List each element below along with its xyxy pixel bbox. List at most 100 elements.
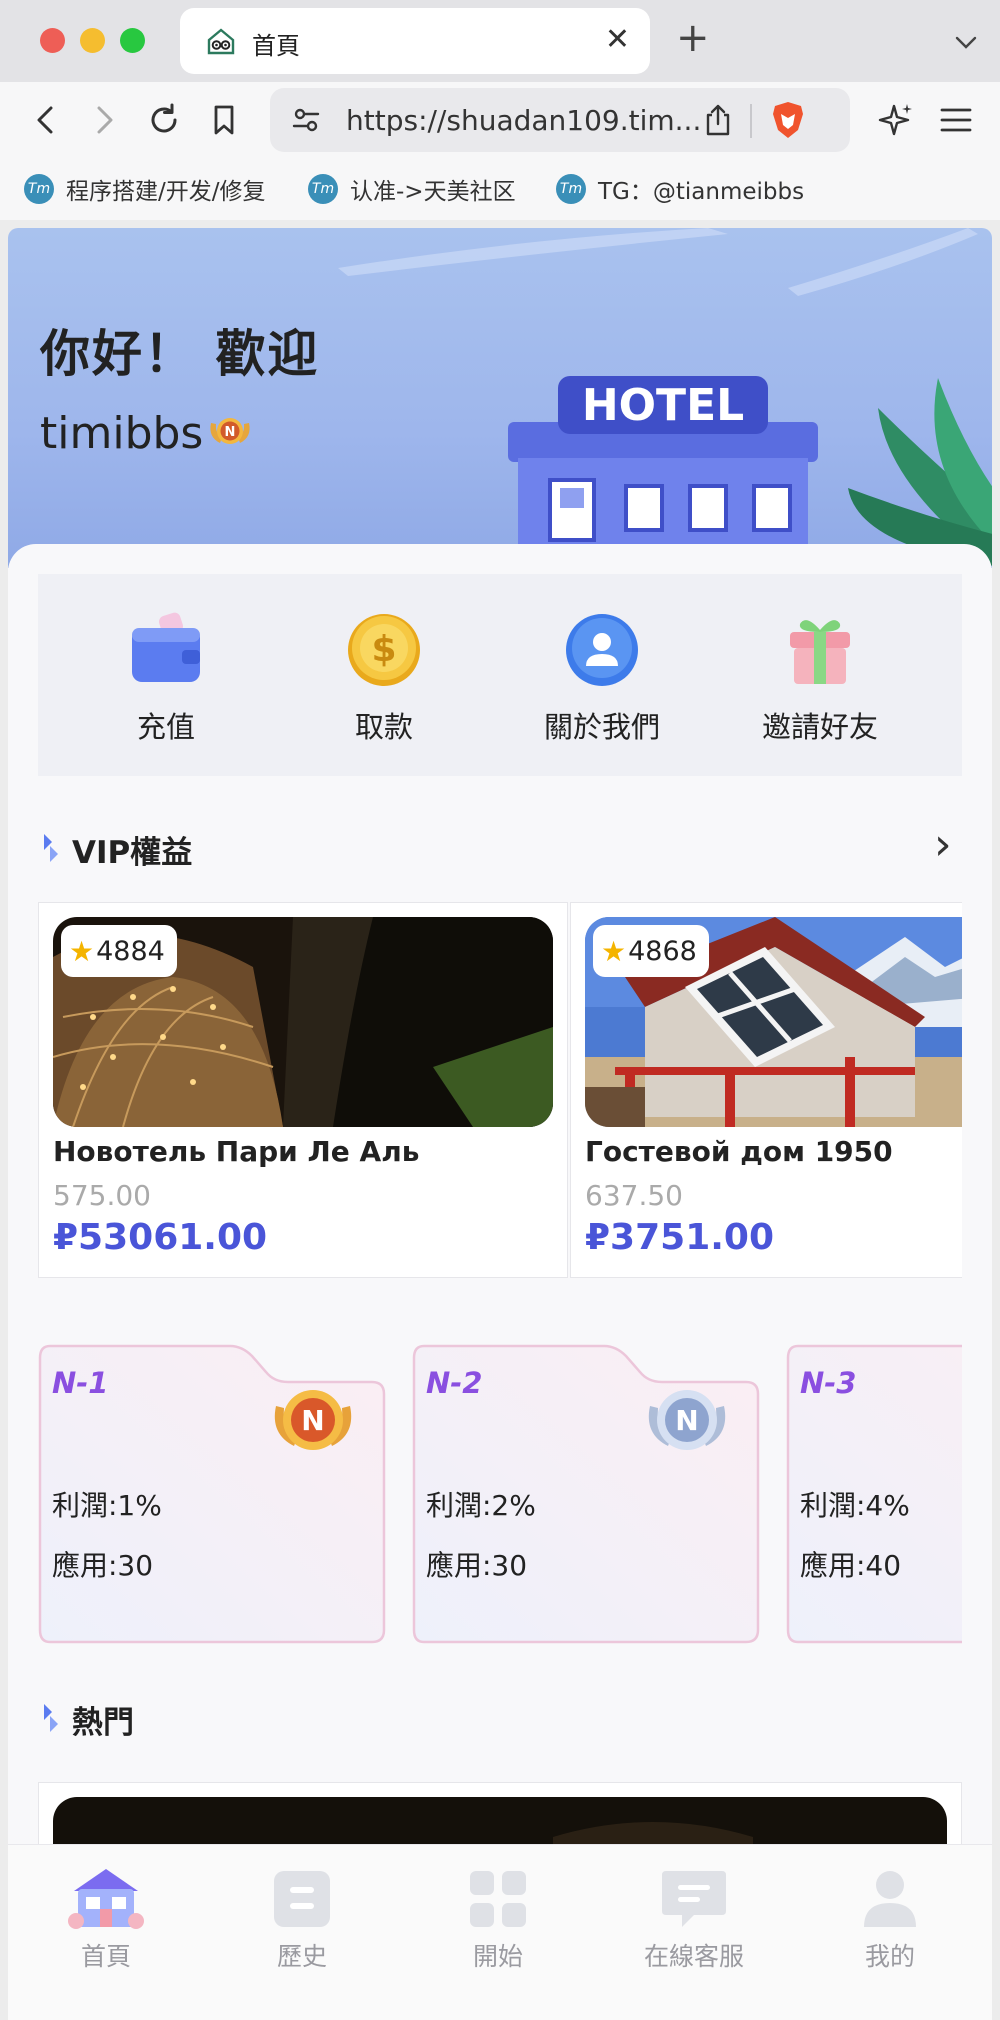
quick-actions-panel: 充值 $ 取款 關於我們 邀請好友 xyxy=(38,574,962,776)
new-tab-button[interactable]: + xyxy=(676,16,710,60)
vip-profit: 利潤:1% xyxy=(52,1489,162,1522)
home-icon xyxy=(68,1869,144,1929)
withdraw-label: 取款 xyxy=(354,710,413,744)
bookmark-label: 认准->天美社区 xyxy=(350,179,516,205)
browser-tab[interactable]: 首頁 ✕ xyxy=(180,8,650,74)
vip-apps: 應用:40 xyxy=(800,1549,902,1582)
grid-icon xyxy=(470,1871,526,1927)
rating-badge: ★ 4868 xyxy=(593,925,709,977)
window-minimize-button[interactable] xyxy=(80,28,105,53)
vip-level-name: N-2 xyxy=(426,1366,483,1400)
vip-level-card[interactable]: N-2 N 利潤:2% 應用:30 xyxy=(412,1344,760,1644)
window-maximize-button[interactable] xyxy=(120,28,145,53)
vip-section-header: VIP權益 xyxy=(40,824,192,874)
hotel-price: 575.00 xyxy=(53,1179,151,1212)
tab-profile-label: 我的 xyxy=(864,1942,915,1971)
medal-letter: N xyxy=(675,1404,698,1437)
hotel-name: Новотель Пари Ле Аль xyxy=(53,1135,420,1168)
section-marker-icon xyxy=(44,1704,58,1732)
tab-title: 首頁 xyxy=(252,32,300,60)
about-us-label: 關於我們 xyxy=(543,710,660,744)
hotel-price: 637.50 xyxy=(585,1179,683,1212)
vip-apps: 應用:30 xyxy=(426,1549,528,1582)
medal-letter: N xyxy=(301,1404,324,1437)
invite-friends-button[interactable]: 邀請好友 xyxy=(720,610,920,746)
bookmark-item[interactable]: Tm TG：@tianmeibbs xyxy=(556,172,804,206)
tab-start-label: 開始 xyxy=(472,1942,523,1971)
greeting-text: 你好！ 歡迎 xyxy=(40,325,320,383)
about-us-button[interactable]: 關於我們 xyxy=(502,610,702,746)
address-bar[interactable]: https://shuadan109.tim... xyxy=(270,88,850,152)
bookmark-item[interactable]: Tm 程序搭建/开发/修复 xyxy=(24,172,266,206)
forward-icon[interactable] xyxy=(84,100,124,140)
back-icon[interactable] xyxy=(26,100,66,140)
reload-icon[interactable] xyxy=(144,100,184,140)
url-text[interactable]: https://shuadan109.tim... xyxy=(346,104,701,137)
web-page: 你好！ 歡迎 timibbs N HOTEL 充值 $ 取款 關於我們 邀請好友… xyxy=(8,228,992,2020)
hot-section-title: 熱門 xyxy=(72,1704,134,1741)
recharge-label: 充值 xyxy=(136,710,195,744)
tab-start[interactable]: 開始 xyxy=(418,1865,578,1973)
sky-streaks-decoration xyxy=(338,228,978,296)
tab-history-label: 歷史 xyxy=(276,1942,327,1971)
hotel-photo: ★ 4868 xyxy=(585,917,962,1127)
brave-shield-icon[interactable] xyxy=(770,100,806,140)
vip-more-chevron-icon[interactable]: › xyxy=(934,820,952,870)
bookmark-icon[interactable] xyxy=(204,100,244,140)
tab-customer-service[interactable]: 在線客服 xyxy=(614,1865,774,1973)
vip-level-name: N-3 xyxy=(800,1366,857,1400)
vip-profit: 利潤:4% xyxy=(800,1489,910,1522)
bottom-tab-bar: 首頁 歷史 開始 在線客服 我的 xyxy=(8,1844,992,2020)
hotel-name: Гостевой дом 1950 xyxy=(585,1135,893,1168)
tripadvisor-favicon-icon xyxy=(207,28,235,55)
tab-profile[interactable]: 我的 xyxy=(810,1865,970,1973)
star-icon: ★ xyxy=(69,934,95,968)
palm-leaves-decoration xyxy=(848,378,992,566)
profile-icon xyxy=(864,1871,916,1927)
silver-n-medal-icon: N xyxy=(648,1390,726,1450)
hero-banner: 你好！ 歡迎 timibbs N HOTEL xyxy=(8,228,992,568)
hotel-card[interactable]: ★ 4868 Гостевой дом 1950 637.50 ₽3751.00 xyxy=(570,902,962,1278)
invite-friends-label: 邀請好友 xyxy=(761,710,878,744)
hotel-card[interactable]: ★ 4884 Новотель Пари Ле Аль 575.00 ₽5306… xyxy=(38,902,568,1278)
tab-home[interactable]: 首頁 xyxy=(26,1865,186,1973)
vip-level-name: N-1 xyxy=(52,1366,109,1400)
vip-level-card[interactable]: N-3 利潤:4% 應用:40 xyxy=(786,1344,962,1644)
tianmei-logo-icon: Tm xyxy=(24,174,54,204)
bookmark-label: 程序搭建/开发/修复 xyxy=(66,179,266,205)
vip-profit: 利潤:2% xyxy=(426,1489,536,1522)
vip-level-card[interactable]: N-1 N 利潤:1% 應用:30 xyxy=(38,1344,386,1644)
wallet-icon xyxy=(132,612,200,682)
vip-section-title: VIP權益 xyxy=(72,834,193,871)
hotel-reward: ₽53061.00 xyxy=(53,1217,268,1258)
hot-section-header: 熱門 xyxy=(40,1694,134,1744)
tab-history[interactable]: 歷史 xyxy=(222,1865,382,1973)
chat-icon xyxy=(662,1871,726,1927)
tab-close-icon[interactable]: ✕ xyxy=(605,22,630,58)
hotel-sign-text: HOTEL xyxy=(582,380,744,431)
gold-n-medal-icon: N xyxy=(274,1390,352,1450)
bookmarks-bar: Tm 程序搭建/开发/修复 Tm 认准->天美社区 Tm TG：@tianmei… xyxy=(0,158,1000,220)
menu-icon[interactable] xyxy=(936,100,976,140)
hotel-reward: ₽3751.00 xyxy=(585,1217,775,1258)
username: timibbs xyxy=(40,408,204,459)
withdraw-button[interactable]: $ 取款 xyxy=(284,610,484,746)
window-close-button[interactable] xyxy=(40,28,65,53)
bookmark-item[interactable]: Tm 认准->天美社区 xyxy=(308,172,516,206)
leo-ai-sparkle-icon[interactable] xyxy=(876,100,916,140)
badge-letter: N xyxy=(225,425,236,440)
vip-n-badge-icon: N xyxy=(210,418,250,444)
rating-value: 4868 xyxy=(628,935,697,967)
rating-value: 4884 xyxy=(96,935,165,967)
main-content: 充值 $ 取款 關於我們 邀請好友 VIP權益 › ★ 4884 Новотел… xyxy=(8,544,992,2020)
bookmark-label: TG：@tianmeibbs xyxy=(598,179,805,205)
tab-home-label: 首頁 xyxy=(80,1942,131,1971)
hotel-building-illustration: HOTEL xyxy=(508,376,828,568)
history-icon xyxy=(274,1871,330,1927)
star-icon: ★ xyxy=(601,934,627,968)
site-settings-icon[interactable] xyxy=(290,104,322,136)
section-marker-icon xyxy=(44,834,58,862)
recharge-button[interactable]: 充值 xyxy=(66,610,266,746)
tab-list-chevron-icon[interactable] xyxy=(954,30,978,54)
share-icon[interactable] xyxy=(702,102,734,138)
